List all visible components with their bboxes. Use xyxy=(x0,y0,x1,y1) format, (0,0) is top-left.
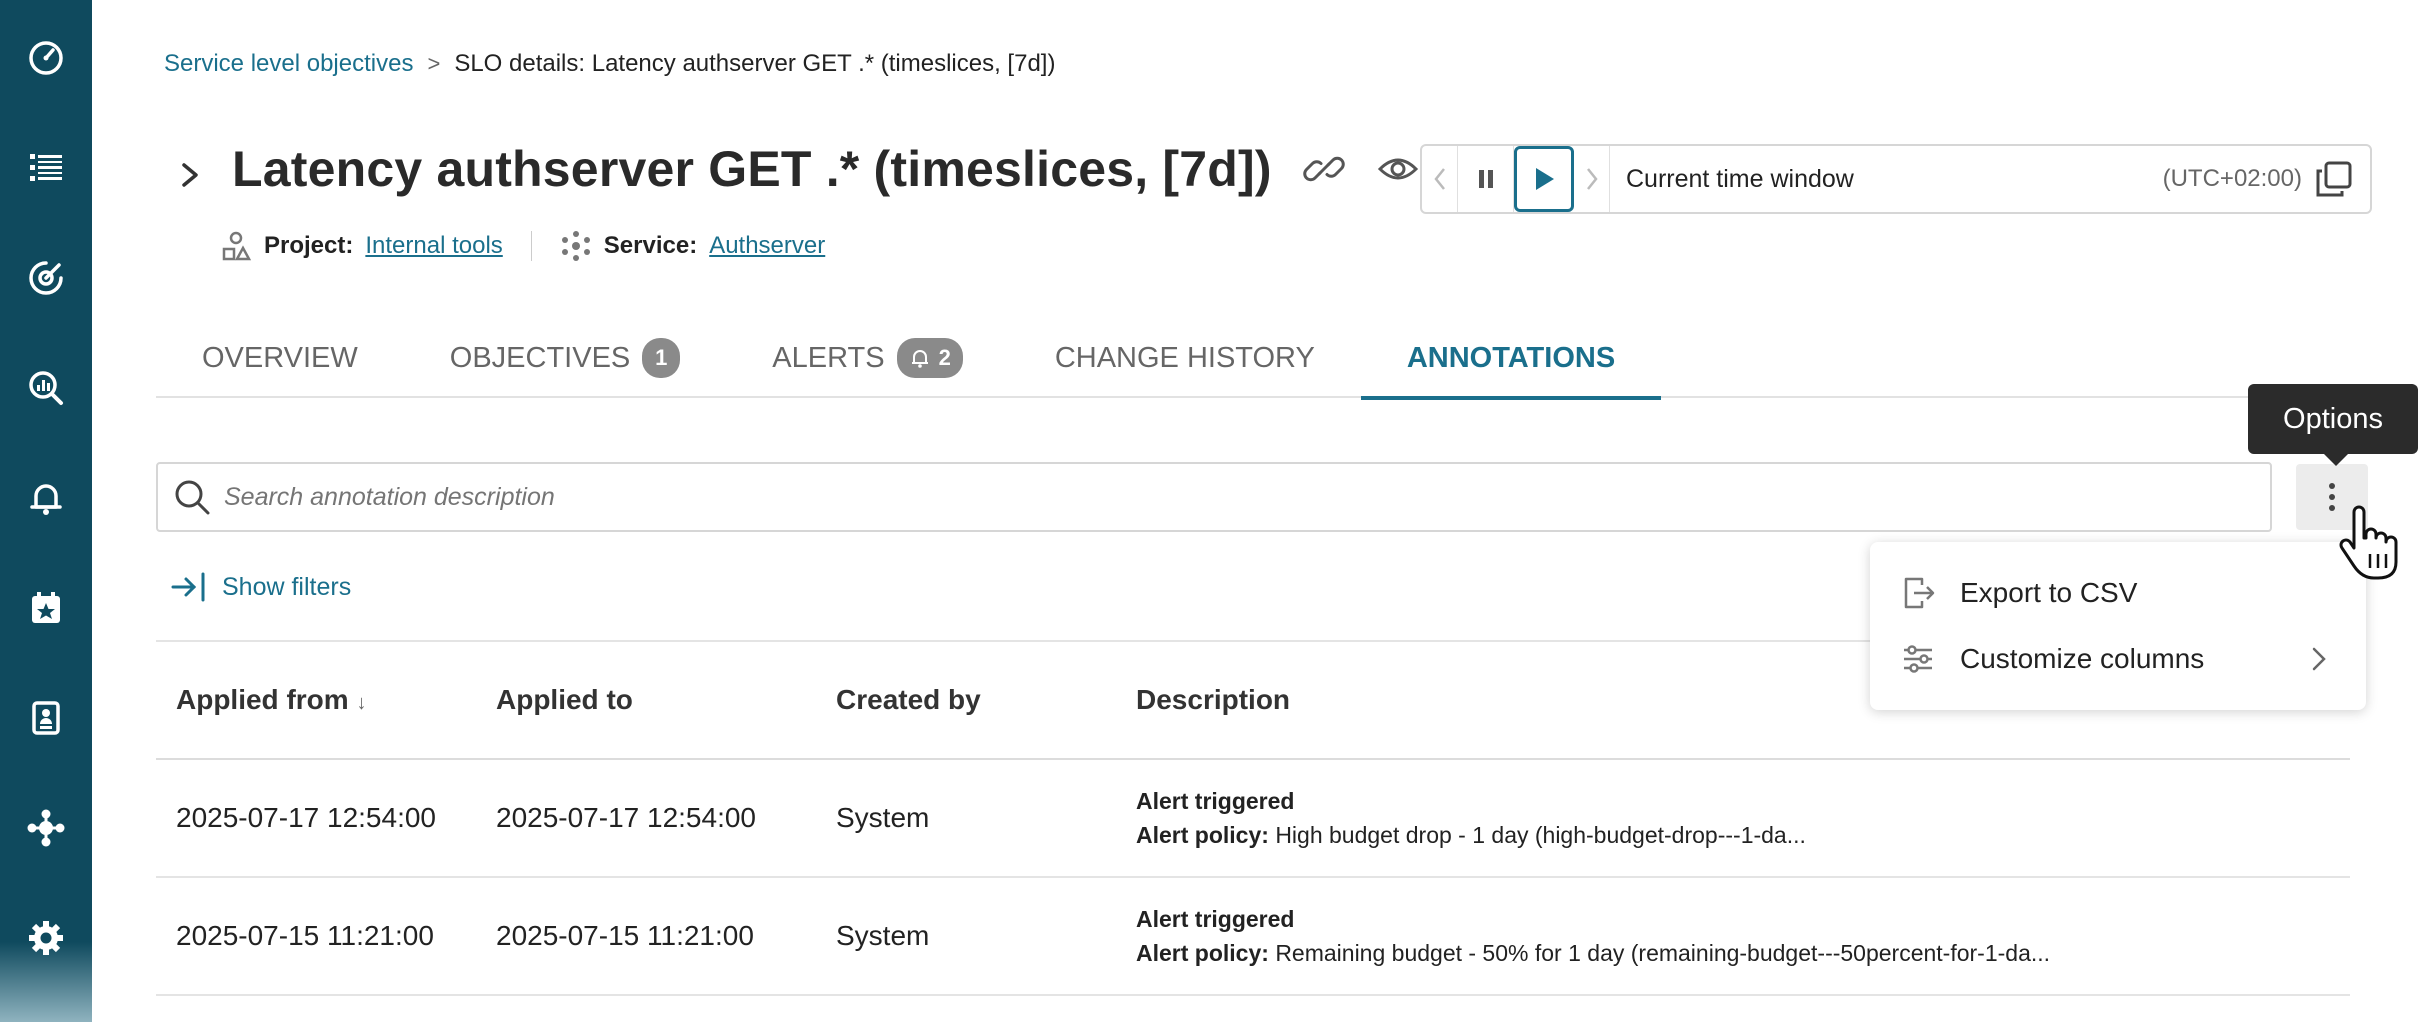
dashboard-icon[interactable] xyxy=(22,34,70,82)
time-next-button[interactable] xyxy=(1574,146,1610,212)
options-tooltip: Options xyxy=(2248,384,2418,466)
cell-applied-from: 2025-07-17 12:54:00 xyxy=(176,802,436,833)
alerts-count: 2 xyxy=(938,345,951,370)
menu-item-label: Export to CSV xyxy=(1960,577,2138,608)
tabs: OVERVIEW OBJECTIVES 1 ALERTS 2 CHANGE HIST… xyxy=(156,318,2354,400)
search-analytics-icon[interactable] xyxy=(22,364,70,412)
tab-label: CHANGE HISTORY xyxy=(1054,341,1315,374)
slo-icon[interactable] xyxy=(22,254,70,302)
integrations-icon[interactable] xyxy=(22,804,70,852)
pause-button[interactable] xyxy=(1458,146,1514,212)
tab-label: ANNOTATIONS xyxy=(1406,341,1616,374)
search-icon xyxy=(175,480,210,515)
hand-cursor-icon xyxy=(2339,505,2398,580)
cell-description: Alert triggered Alert policy: Remaining … xyxy=(1136,902,2350,970)
service-link[interactable]: Authserver xyxy=(709,232,825,260)
project-link[interactable]: Internal tools xyxy=(365,232,502,260)
meta-divider xyxy=(530,231,532,261)
menu-item-export-csv[interactable]: Export to CSV xyxy=(1870,560,2366,626)
search-box xyxy=(156,462,2272,532)
title-row: Latency authserver GET .* (timeslices, [… xyxy=(172,140,1420,198)
page-title: Latency authserver GET .* (timeslices, [… xyxy=(232,141,1272,197)
list-icon[interactable] xyxy=(22,144,70,192)
description-title: Alert triggered xyxy=(1136,906,1295,932)
bell-icon[interactable] xyxy=(22,474,70,522)
tab-change-history[interactable]: CHANGE HISTORY xyxy=(1009,318,1361,398)
cell-created-by: System xyxy=(836,802,930,833)
alerts-count-badge: 2 xyxy=(896,338,963,378)
cell-applied-to: 2025-07-15 11:21:00 xyxy=(496,920,754,951)
chevron-right-icon[interactable] xyxy=(172,157,208,193)
service-icon xyxy=(561,231,590,261)
sliders-icon xyxy=(1904,645,1932,673)
options-menu: Export to CSV Customize columns xyxy=(1870,542,2366,710)
tab-label: OVERVIEW xyxy=(202,341,358,374)
timezone-label: (UTC+02:00) xyxy=(2162,165,2302,192)
description-value: High budget drop - 1 day (high-budget-dr… xyxy=(1275,822,1806,848)
breadcrumb-link-slos[interactable]: Service level objectives xyxy=(164,50,413,78)
sidebar xyxy=(0,0,92,1022)
eye-icon[interactable] xyxy=(1376,147,1420,191)
copy-icon[interactable] xyxy=(2314,159,2354,199)
cell-description: Alert triggered Alert policy: High budge… xyxy=(1136,784,2350,852)
description-label: Alert policy: xyxy=(1136,822,1269,848)
meta-row: Project: Internal tools Service: Authser… xyxy=(220,230,825,262)
settings-icon[interactable] xyxy=(22,914,70,962)
play-button[interactable] xyxy=(1514,146,1574,212)
description-value: Remaining budget - 50% for 1 day (remain… xyxy=(1275,940,2051,966)
expand-filters-icon xyxy=(171,572,205,602)
cell-applied-to: 2025-07-17 12:54:00 xyxy=(496,802,756,833)
tab-label: ALERTS xyxy=(772,341,885,374)
time-window-control: Current time window (UTC+02:00) xyxy=(1420,144,2372,214)
report-icon[interactable] xyxy=(22,694,70,742)
time-prev-button[interactable] xyxy=(1422,146,1458,212)
tab-alerts[interactable]: ALERTS 2 xyxy=(726,318,1009,398)
description-label: Alert policy: xyxy=(1136,940,1269,966)
breadcrumb: Service level objectives > SLO details: … xyxy=(164,50,1055,78)
bell-icon xyxy=(911,350,928,368)
project-icon xyxy=(222,231,252,261)
link-icon[interactable] xyxy=(1302,147,1346,191)
search-input[interactable] xyxy=(224,482,2124,512)
show-filters-button[interactable]: Show filters xyxy=(170,570,351,604)
column-label: Applied from xyxy=(176,684,349,715)
tab-objectives[interactable]: OBJECTIVES 1 xyxy=(404,318,727,398)
play-icon xyxy=(1536,168,1554,190)
tab-label: OBJECTIVES xyxy=(449,341,631,374)
pause-icon xyxy=(1478,170,1493,188)
cell-applied-from: 2025-07-15 11:21:00 xyxy=(176,920,434,951)
chevron-right-icon xyxy=(2312,647,2326,671)
chevron-right-icon xyxy=(1586,168,1598,190)
objectives-count-badge: 1 xyxy=(642,338,681,378)
tab-annotations[interactable]: ANNOTATIONS xyxy=(1360,318,1662,400)
breadcrumb-separator: > xyxy=(427,51,441,76)
sort-desc-icon: ↓ xyxy=(356,692,367,714)
table-row[interactable]: 2025-07-17 12:54:00 2025-07-17 12:54:00 … xyxy=(156,760,2350,878)
description-detail: Alert policy: Remaining budget - 50% for… xyxy=(1136,936,2350,970)
table-row[interactable]: 2025-07-15 11:21:00 2025-07-15 11:21:00 … xyxy=(156,878,2350,996)
chevron-left-icon xyxy=(1433,168,1445,190)
export-icon xyxy=(1904,577,1935,609)
menu-item-label: Customize columns xyxy=(1960,643,2205,674)
breadcrumb-current: SLO details: Latency authserver GET .* (… xyxy=(454,50,1056,77)
menu-item-customize-columns[interactable]: Customize columns xyxy=(1870,626,2366,692)
cell-created-by: System xyxy=(836,920,930,951)
tab-overview[interactable]: OVERVIEW xyxy=(156,318,404,398)
project-label: Project: xyxy=(264,232,354,259)
description-title: Alert triggered xyxy=(1136,788,1295,814)
description-detail: Alert policy: High budget drop - 1 day (… xyxy=(1136,818,2350,852)
time-window-label[interactable]: Current time window xyxy=(1626,165,2163,194)
show-filters-label: Show filters xyxy=(222,572,352,601)
column-header-applied-to[interactable]: Applied to xyxy=(496,684,836,716)
service-label: Service: xyxy=(603,232,698,259)
calendar-star-icon[interactable] xyxy=(22,584,70,632)
column-header-created-by[interactable]: Created by xyxy=(836,684,1136,716)
column-header-applied-from[interactable]: Applied from ↓ xyxy=(156,684,496,716)
